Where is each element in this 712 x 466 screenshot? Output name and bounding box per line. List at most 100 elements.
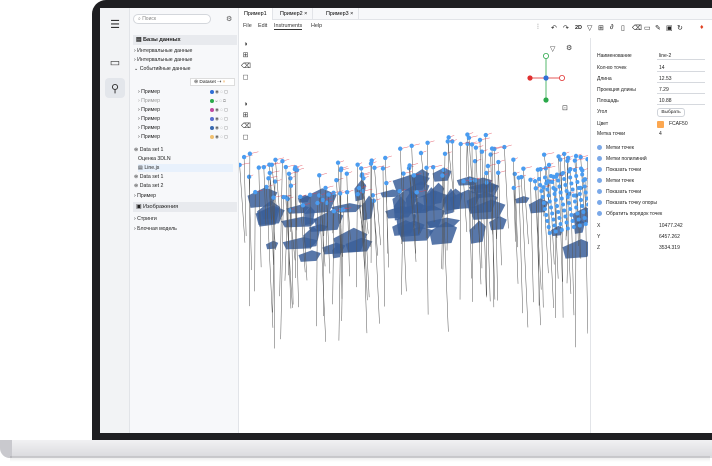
cloud-point[interactable] (323, 185, 328, 191)
cloud-point[interactable] (414, 190, 419, 195)
cloud-point[interactable] (547, 199, 552, 204)
cloud-point[interactable] (473, 178, 478, 183)
cloud-point[interactable] (368, 161, 374, 166)
cloud-point[interactable] (575, 211, 580, 216)
cloud-point[interactable] (461, 179, 466, 184)
menu-instruments[interactable]: Instruments (274, 23, 303, 30)
cloud-point[interactable] (466, 135, 472, 141)
cloud-point[interactable] (577, 192, 582, 196)
cloud-point[interactable] (445, 139, 450, 144)
cloud-point[interactable] (355, 192, 360, 197)
frame-icon[interactable]: ◻ (241, 133, 250, 142)
proj-length-field[interactable]: 7.29 (657, 86, 705, 94)
x-field[interactable]: 10477.242 (657, 222, 705, 230)
settings-icon[interactable]: ⚙ (566, 44, 572, 52)
cloud-point[interactable] (555, 204, 559, 208)
cloud-point[interactable] (298, 194, 303, 200)
cloud-point[interactable] (572, 158, 578, 163)
sphere-icon[interactable]: ◑ (241, 40, 250, 49)
cloud-point[interactable] (581, 210, 586, 214)
cloud-point[interactable] (307, 192, 313, 198)
cloud-point[interactable] (582, 216, 587, 220)
cloud-point[interactable] (246, 174, 252, 180)
cloud-point[interactable] (561, 171, 565, 175)
cloud-point[interactable] (334, 177, 339, 183)
tree-item[interactable]: › Пример ◉ ◌ ◻ (138, 106, 228, 114)
cloud-point[interactable] (477, 137, 483, 143)
cloud-point[interactable] (335, 160, 341, 165)
cloud-point[interactable] (553, 198, 558, 202)
cloud-point[interactable] (320, 197, 325, 203)
cloud-point[interactable] (586, 202, 588, 207)
cloud-point[interactable] (549, 205, 553, 210)
dataset-item[interactable]: ⊜ Data set 1 (134, 146, 163, 154)
cloud-point[interactable] (546, 193, 551, 198)
cloud-point[interactable] (556, 178, 561, 183)
eraser-icon[interactable]: ⌫ (241, 62, 251, 71)
axis-y-negative[interactable] (543, 97, 549, 103)
axis-z[interactable] (543, 75, 549, 81)
cloud-point[interactable] (512, 171, 517, 177)
cloud-point[interactable] (576, 217, 581, 222)
cloud-point[interactable] (266, 176, 271, 181)
cloud-point[interactable] (541, 152, 547, 157)
cloud-point[interactable] (418, 150, 424, 156)
cloud-point[interactable] (544, 181, 549, 186)
cloud-point[interactable] (556, 154, 561, 159)
keys-icon[interactable]: ⚲ (105, 78, 125, 98)
sphere-icon[interactable]: ◑ (241, 100, 250, 109)
cloud-point[interactable] (577, 223, 582, 228)
cloud-point[interactable] (565, 158, 570, 163)
cloud-point[interactable] (372, 165, 377, 170)
cloud-point[interactable] (561, 151, 567, 157)
cloud-point[interactable] (538, 166, 543, 172)
cloud-point[interactable] (573, 199, 577, 204)
cloud-point[interactable] (569, 213, 574, 217)
option-toggle[interactable]: Метки полилиний (597, 155, 647, 164)
cloud-point[interactable] (285, 196, 290, 202)
cloud-point[interactable] (570, 187, 575, 192)
cloud-point[interactable] (556, 210, 561, 214)
strings-item[interactable]: › Стринги (134, 215, 157, 223)
cloud-point[interactable] (425, 140, 430, 145)
area-field[interactable]: 10.88 (657, 97, 705, 105)
cloud-point[interactable] (383, 155, 388, 161)
cloud-point[interactable] (537, 177, 541, 181)
cloud-point[interactable] (331, 209, 337, 214)
cloud-point[interactable] (495, 170, 501, 175)
cloud-point[interactable] (582, 184, 587, 189)
cloud-point[interactable] (359, 166, 364, 171)
link-icon[interactable]: ∂ (610, 24, 613, 31)
image-icon[interactable]: ▣ (666, 24, 673, 32)
layer-controls[interactable]: ⌣ ◌ ◻ (210, 97, 226, 105)
z-field[interactable]: 3534.319 (657, 244, 705, 252)
cloud-point[interactable] (546, 162, 552, 168)
cloud-point[interactable] (568, 207, 573, 211)
cloud-point[interactable] (288, 183, 294, 188)
monitor-icon[interactable]: ▭ (644, 24, 651, 32)
cloud-point[interactable] (544, 213, 549, 217)
cloud-point[interactable] (543, 207, 547, 211)
cloud-point[interactable] (550, 180, 555, 184)
cloud-point[interactable] (247, 151, 253, 156)
cloud-point[interactable] (519, 174, 524, 180)
cloud-point[interactable] (521, 166, 526, 171)
cloud-point[interactable] (564, 220, 569, 225)
close-icon[interactable]: × (350, 11, 353, 17)
layers-icon[interactable]: ⫶ (537, 24, 539, 32)
cloud-point[interactable] (253, 189, 258, 195)
cloud-point[interactable] (489, 146, 495, 151)
option-toggle[interactable]: Показать точки (597, 166, 641, 175)
dataset-item[interactable]: Оценка 3DLN (138, 155, 171, 163)
cloud-point[interactable] (561, 202, 565, 207)
cloud-point[interactable] (569, 181, 574, 186)
cloud-point[interactable] (574, 205, 579, 210)
cloud-point[interactable] (551, 217, 556, 222)
tab-primer2[interactable]: Пример2 × (275, 8, 314, 20)
axis-y-positive[interactable] (542, 52, 549, 59)
cloud-point[interactable] (292, 166, 298, 172)
cloud-point[interactable] (356, 185, 362, 191)
cloud-point[interactable] (540, 195, 545, 199)
cloud-point[interactable] (559, 228, 564, 232)
cloud-point[interactable] (411, 173, 417, 178)
